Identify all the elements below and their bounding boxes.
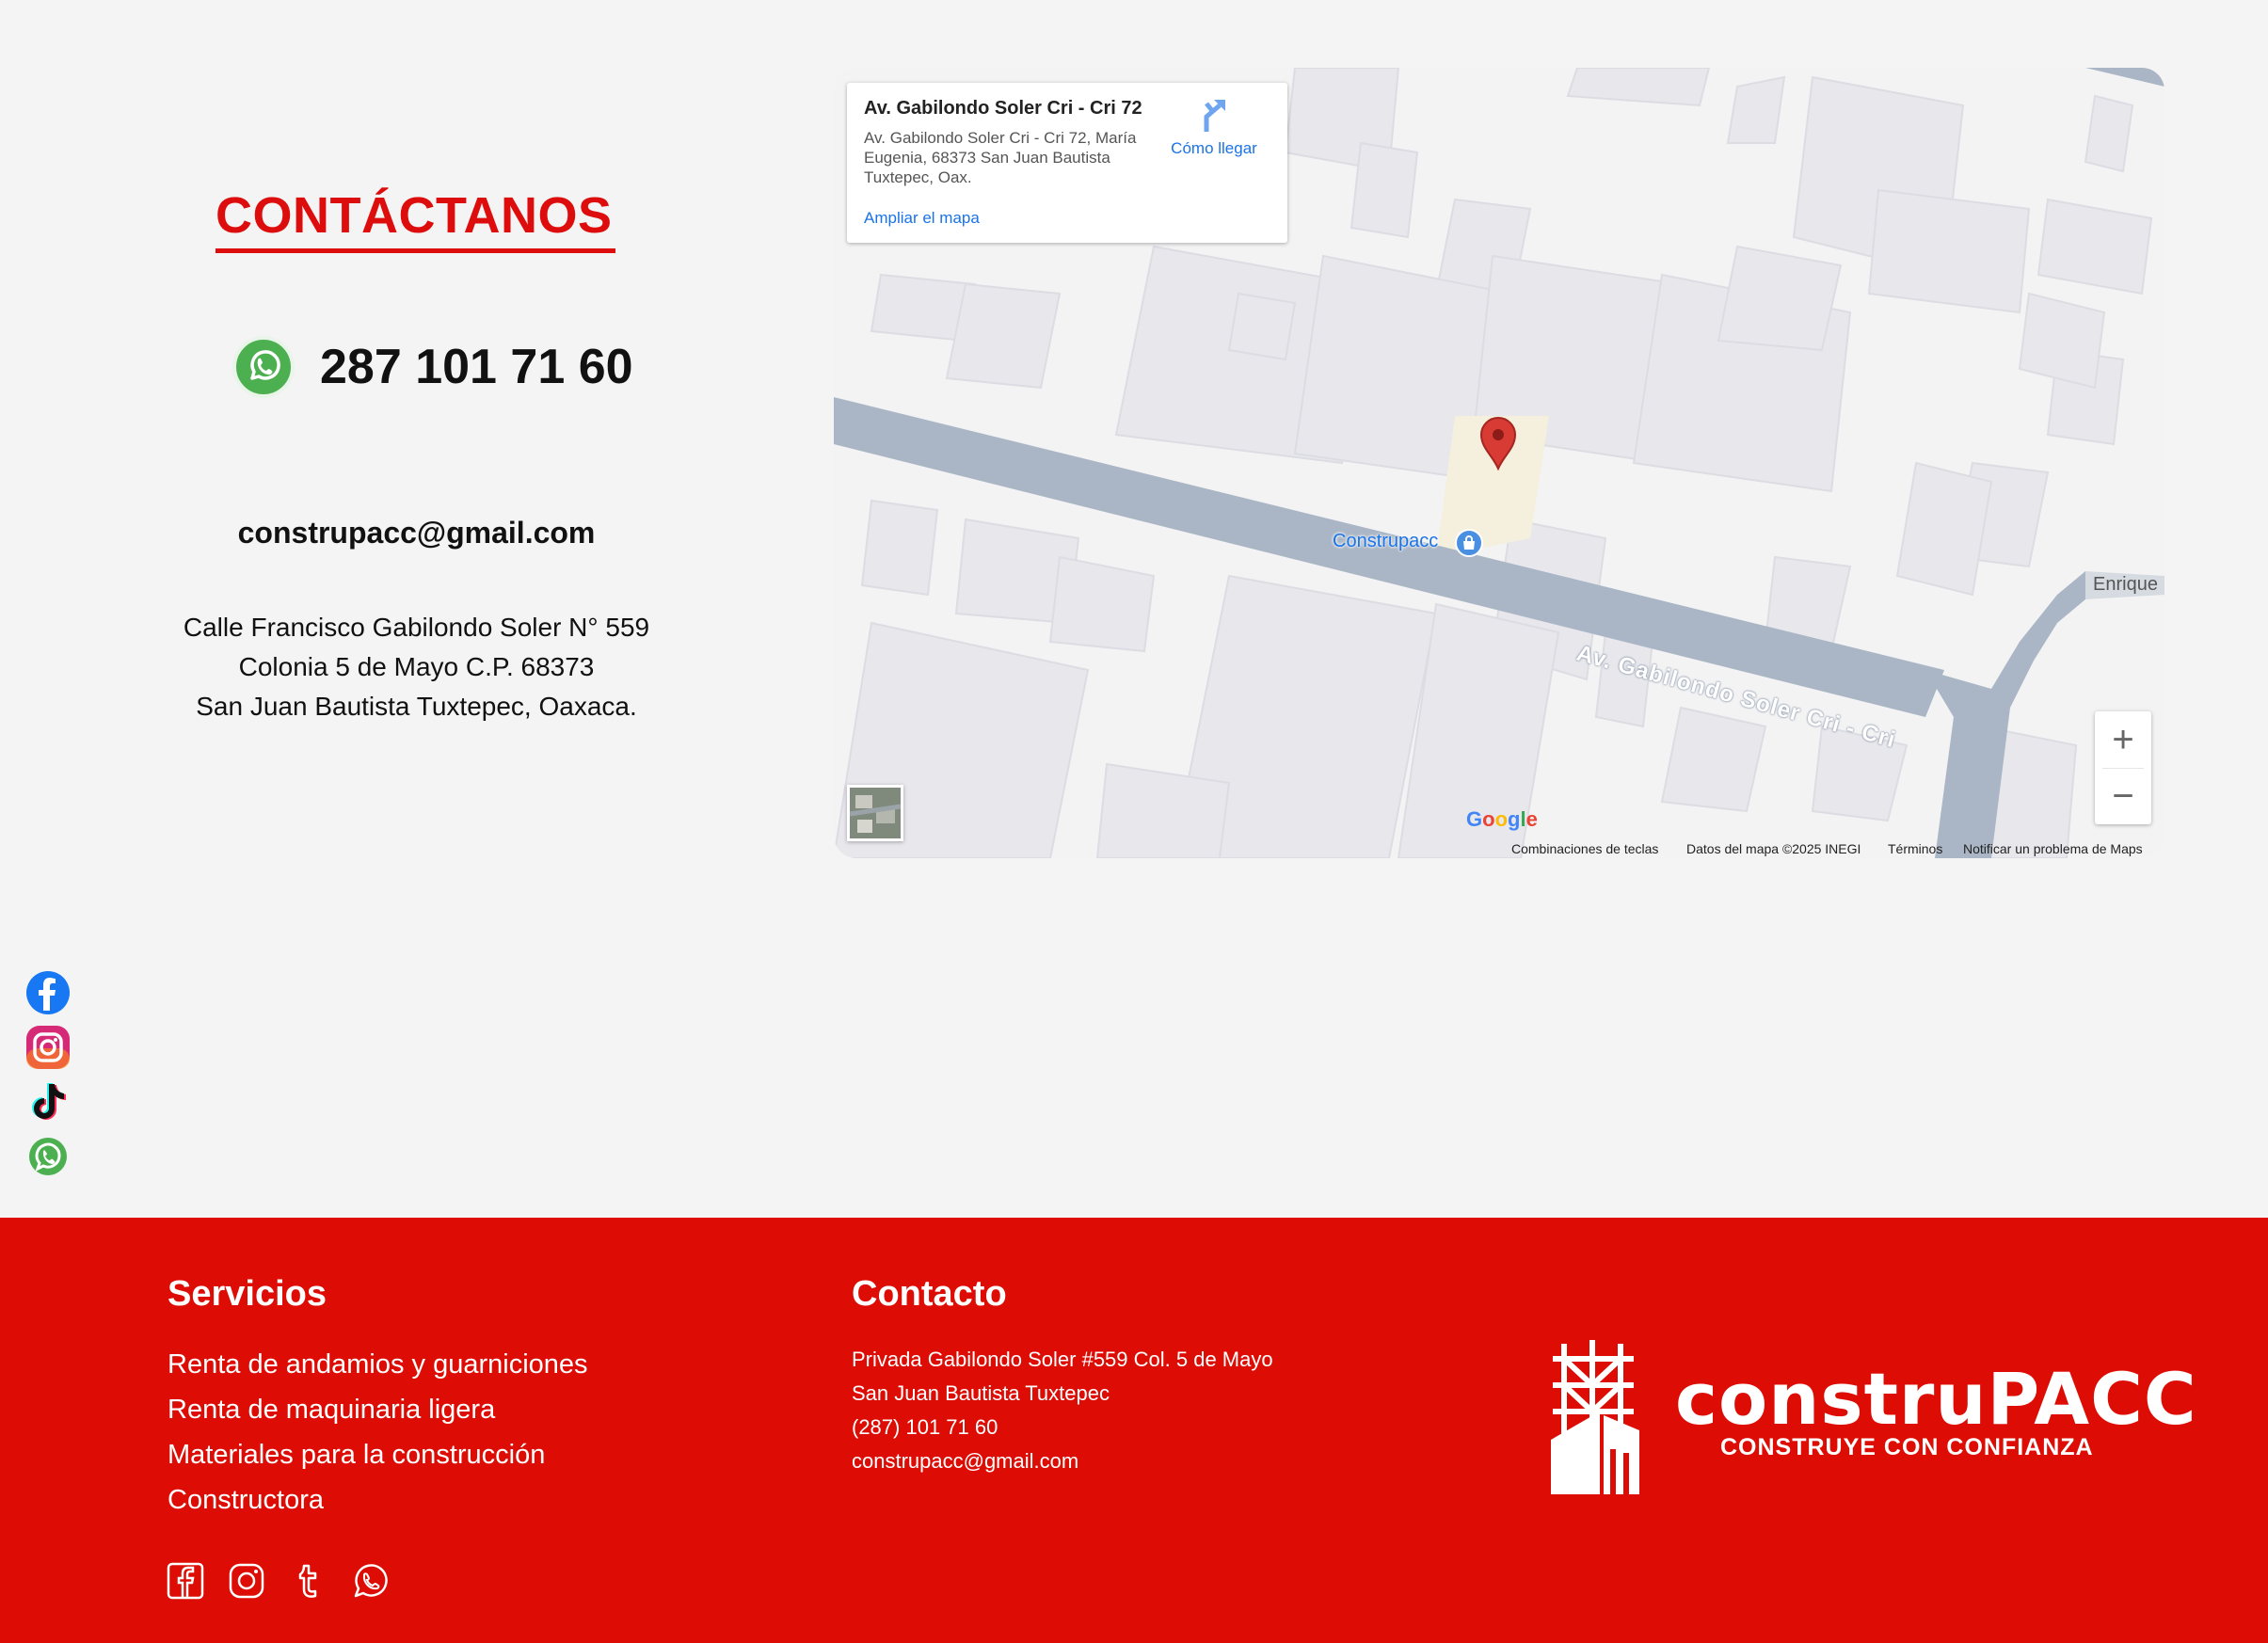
keyboard-shortcuts-link[interactable]: Combinaciones de teclas [1511,841,1658,856]
instagram-icon[interactable] [228,1562,265,1600]
footer-city: San Juan Bautista Tuxtepec [852,1381,1110,1405]
contact-heading: Contacto [852,1274,1007,1314]
contact-email[interactable]: construpacc@gmail.com [0,516,833,550]
service-link[interactable]: Constructora [168,1485,324,1516]
contact-phone[interactable]: 287 101 71 60 [320,339,633,395]
shopping-bag-icon[interactable] [1455,529,1483,557]
logo-tagline: CONSTRUYE CON CONFIANZA [1720,1434,2094,1460]
whatsapp-icon[interactable] [351,1562,389,1600]
whatsapp-icon[interactable] [24,1133,72,1180]
info-card-address: Av. Gabilondo Soler Cri - Cri 72, María … [864,129,1137,186]
title-underline [216,248,615,253]
services-heading: Servicios [168,1274,327,1314]
instagram-icon[interactable] [24,1024,72,1071]
service-link[interactable]: Renta de maquinaria ligera [168,1395,495,1426]
street-label-secondary: Enrique [2093,574,2158,595]
report-problem-link[interactable]: Notificar un problema de Maps [1963,841,2143,856]
info-card-title: Av. Gabilondo Soler Cri - Cri 72 [864,98,1142,119]
zoom-out-button[interactable]: − [2095,768,2151,824]
address-line: Calle Francisco Gabilondo Soler N° 559 [183,613,650,642]
terms-link[interactable]: Términos [1888,841,1942,856]
zoom-control: + − [2095,711,2151,824]
location-marker-icon[interactable] [1477,414,1519,475]
embedded-map[interactable]: Construpacc Av. Gabilondo Soler Cri - Cr… [834,68,2164,858]
footer-phone[interactable]: (287) 101 71 60 [852,1415,998,1440]
address-line: Colonia 5 de Mayo C.P. 68373 [238,652,595,681]
zoom-in-button[interactable]: + [2095,711,2151,768]
address-line: San Juan Bautista Tuxtepec, Oaxaca. [196,692,637,721]
footer-address: Privada Gabilondo Soler #559 Col. 5 de M… [852,1348,1273,1371]
tumblr-icon[interactable] [289,1562,327,1600]
site-footer: Servicios Renta de andamios y guarnicion… [0,1218,2268,1643]
service-link[interactable]: Materiales para la construcción [168,1440,545,1471]
place-label[interactable]: Construpacc [1333,531,1438,552]
tiktok-icon[interactable] [24,1078,72,1125]
map-info-card: Av. Gabilondo Soler Cri - Cri 72 Av. Gab… [847,83,1287,243]
facebook-icon[interactable] [167,1562,204,1600]
directions-label: Cómo llegar [1171,139,1257,157]
map-data-attribution: Datos del mapa ©2025 INEGI [1686,841,1861,856]
google-logo: Google [1466,807,1538,831]
whatsapp-icon[interactable] [232,336,295,398]
construpacc-logo: construPACC CONSTRUYE CON CONFIANZA [1543,1336,2196,1496]
satellite-layer-toggle[interactable] [847,785,903,841]
facebook-icon[interactable] [24,969,72,1016]
service-link[interactable]: Renta de andamios y guarniciones [168,1349,588,1380]
logo-wordmark: construPACC [1675,1357,2197,1441]
building-logo-icon [1551,1340,1639,1494]
contact-title: CONTÁCTANOS [216,187,613,244]
directions-button[interactable]: Cómo llegar [1158,96,1270,162]
directions-icon [1204,100,1225,132]
footer-email[interactable]: construpacc@gmail.com [852,1449,1078,1474]
enlarge-map-link[interactable]: Ampliar el mapa [864,209,980,228]
